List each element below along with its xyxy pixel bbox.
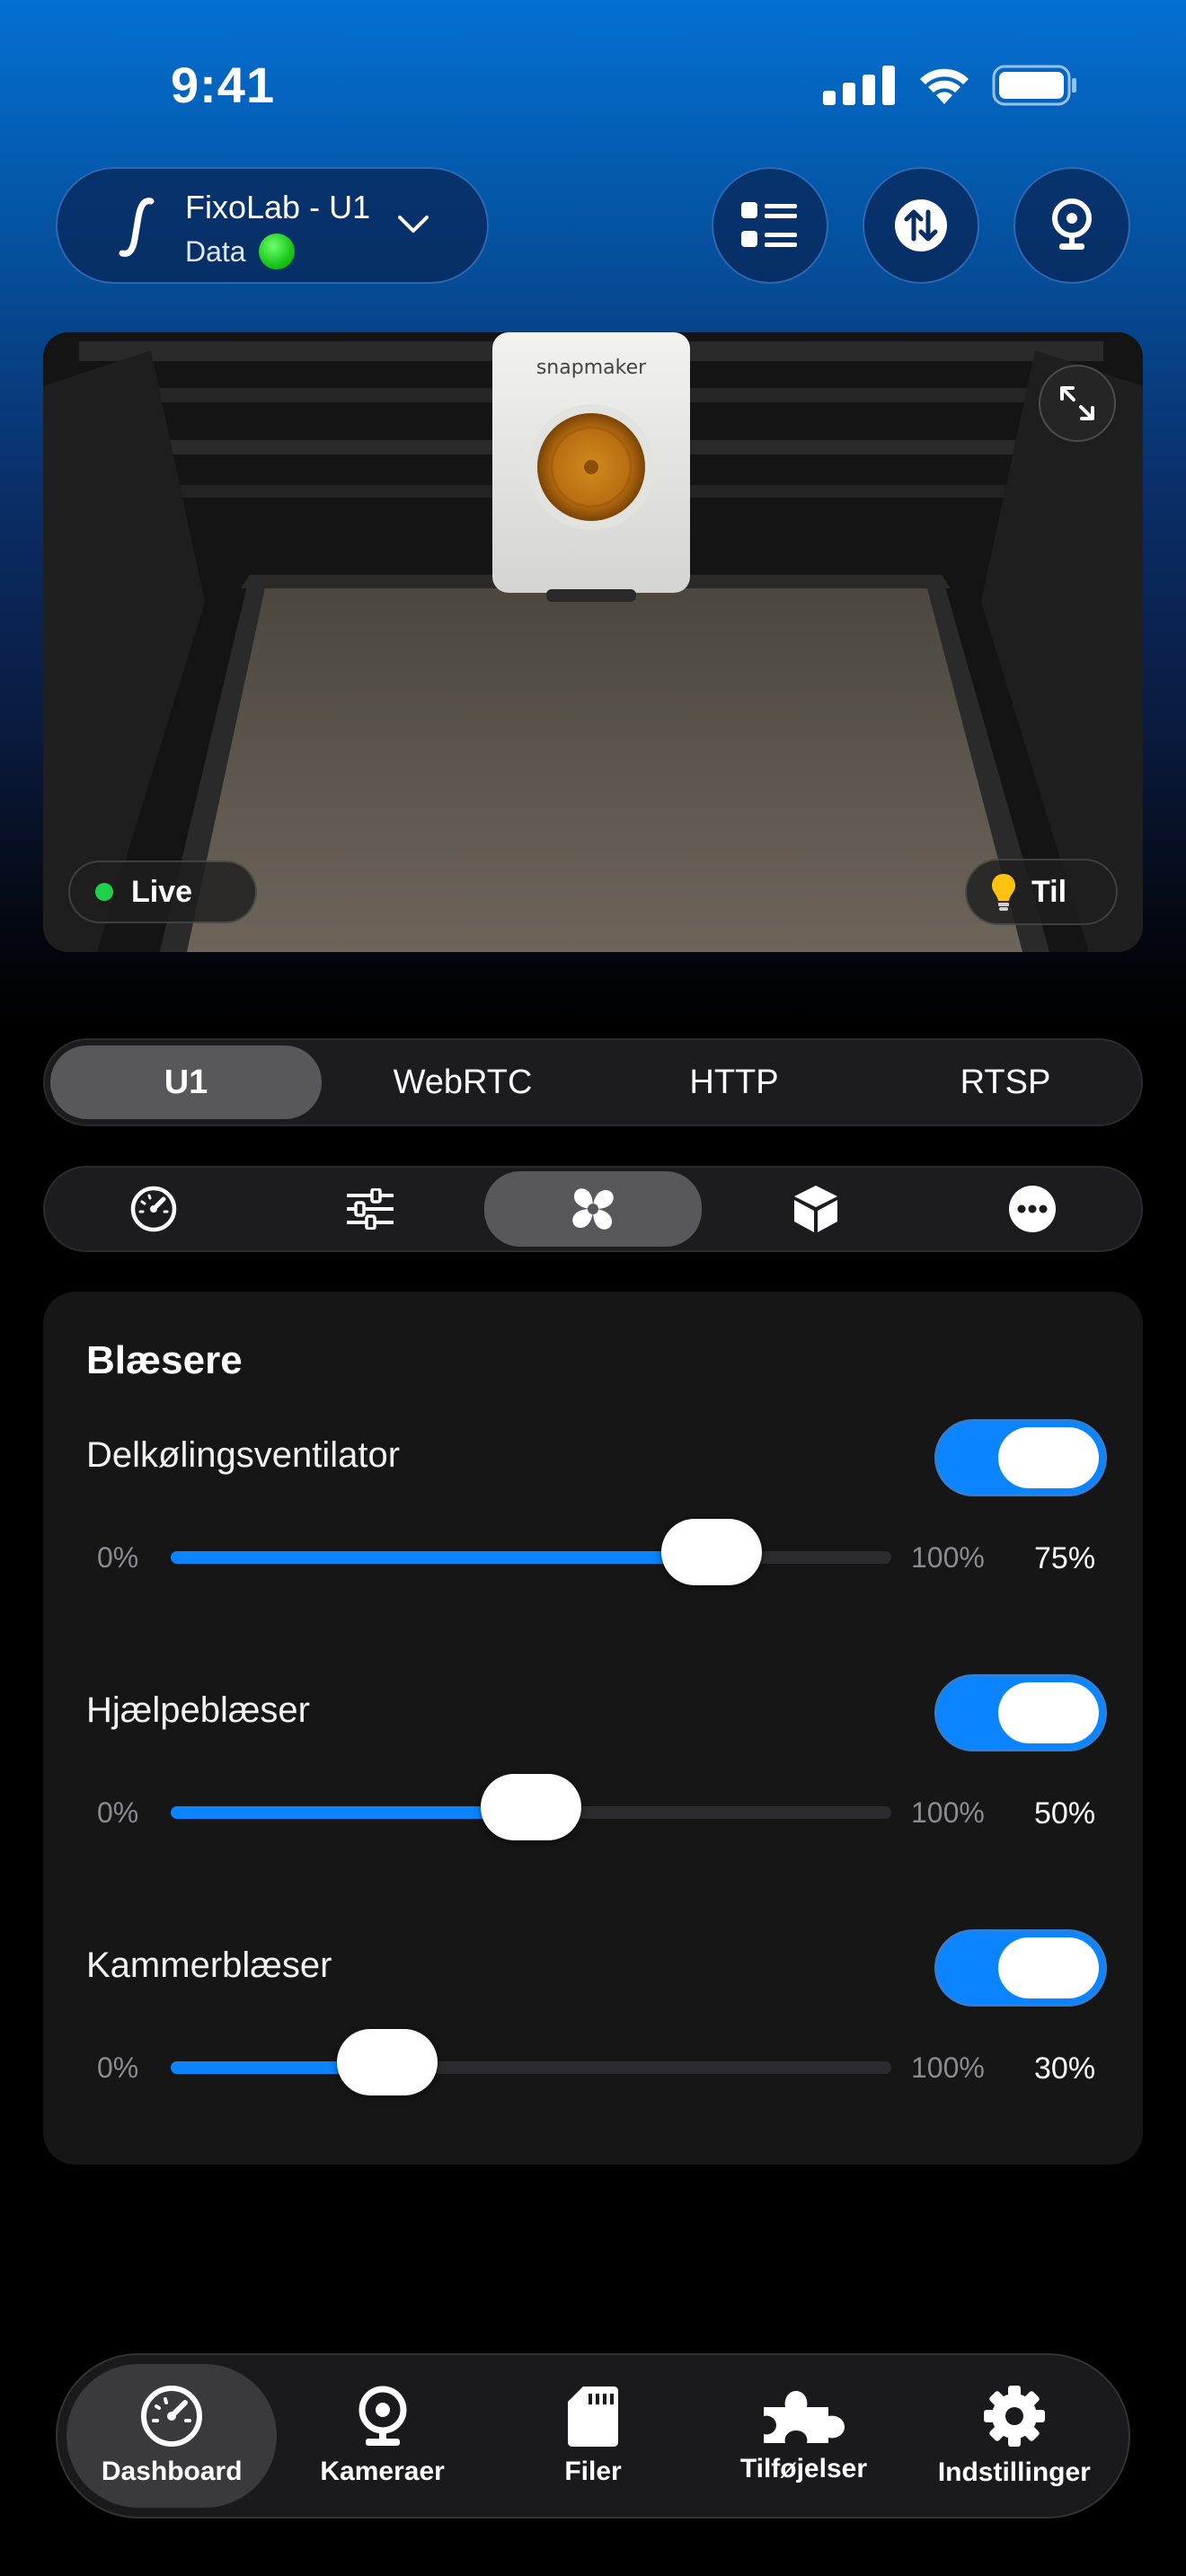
slider-min-label: 0%	[97, 1541, 139, 1574]
slider-max-label: 100%	[911, 1541, 985, 1574]
section-tab-more[interactable]	[924, 1168, 1141, 1250]
webcam-icon	[1052, 198, 1092, 250]
tab-label: Indstillinger	[937, 2457, 1091, 2487]
slider-min-label: 0%	[97, 1796, 139, 1829]
stream-tab-u1[interactable]: U1	[50, 1045, 322, 1119]
expand-icon	[1060, 386, 1094, 420]
stream-tab-rtsp[interactable]: RTSP	[870, 1040, 1141, 1125]
fan-label: Delkølingsventilator	[86, 1435, 401, 1475]
online-status-dot	[258, 234, 295, 269]
live-badge: Live	[68, 860, 257, 923]
section-tab-controls[interactable]	[262, 1168, 480, 1250]
stream-tab-webrtc[interactable]: WebRTC	[327, 1040, 598, 1125]
slider-thumb[interactable]	[481, 1774, 581, 1840]
list-icon	[741, 202, 797, 247]
fan-toggle[interactable]	[934, 1929, 1107, 2007]
slider-thumb[interactable]	[336, 2029, 438, 2095]
transfer-button[interactable]	[863, 167, 979, 284]
fan-toggle[interactable]	[934, 1419, 1107, 1496]
fullscreen-button[interactable]	[1039, 365, 1116, 442]
puzzle-icon	[764, 2391, 845, 2443]
fan-value: 75%	[1034, 1541, 1096, 1575]
toolhead-brand: snapmaker	[536, 357, 647, 379]
live-indicator-dot	[95, 883, 113, 901]
fan-slider[interactable]	[171, 1774, 891, 1840]
fans-title: Blæsere	[86, 1338, 243, 1382]
live-label: Live	[131, 874, 193, 909]
stream-selector: U1 WebRTC HTTP RTSP	[43, 1038, 1143, 1126]
tab-label: Kameraer	[320, 2457, 445, 2486]
printer-selector[interactable]: FixoLab - U1 Data	[56, 167, 489, 284]
tab-plugins[interactable]: Tilføjelser	[698, 2364, 908, 2508]
cube-icon	[793, 1186, 837, 1232]
status-icons	[823, 65, 1078, 106]
slider-fill	[171, 1551, 712, 1564]
slider-fill	[171, 1806, 531, 1819]
status-time: 9:41	[171, 57, 276, 113]
printer-name: FixoLab - U1	[185, 189, 371, 225]
sliders-icon	[347, 1188, 394, 1230]
slider-max-label: 100%	[911, 2051, 985, 2084]
slider-min-label: 0%	[97, 2051, 139, 2084]
tab-dashboard[interactable]: Dashboard	[66, 2364, 278, 2508]
lightbulb-icon	[992, 874, 1015, 911]
slider-thumb[interactable]	[660, 1519, 762, 1585]
camera-feed[interactable]: snapmaker Live Til	[43, 332, 1143, 952]
tab-label: Filer	[564, 2457, 622, 2486]
gear-icon	[983, 2386, 1045, 2447]
section-selector	[43, 1166, 1143, 1252]
cellular-signal-icon	[823, 66, 895, 105]
tab-label: Tilføjelser	[739, 2454, 867, 2483]
fans-card: Blæsere Delkølingsventilator 0% 100% 75%…	[43, 1292, 1143, 2165]
tab-bar: Dashboard Kameraer Filer Tilføjelser Ind…	[56, 2353, 1130, 2519]
section-tab-dashboard[interactable]	[45, 1168, 262, 1250]
tab-cameras[interactable]: Kameraer	[277, 2364, 487, 2508]
fan-label: Kammerblæser	[86, 1945, 332, 1985]
wifi-icon	[920, 68, 969, 104]
printer-status-text: Data	[185, 234, 246, 268]
section-tab-filament[interactable]	[707, 1168, 925, 1250]
printer-status: Data	[185, 234, 295, 269]
fan-value: 30%	[1034, 2051, 1096, 2086]
webcam-button[interactable]	[1013, 167, 1130, 284]
arrows-up-down-icon	[895, 199, 947, 251]
fan-slider[interactable]	[171, 2029, 891, 2095]
fan-icon	[572, 1188, 614, 1230]
printer-logo-icon	[119, 198, 155, 257]
tab-settings[interactable]: Indstillinger	[909, 2364, 1120, 2508]
stream-tab-http[interactable]: HTTP	[598, 1040, 870, 1125]
chevron-down-icon	[398, 216, 429, 233]
webcam-icon	[358, 2386, 407, 2446]
light-toggle-button[interactable]: Til	[965, 859, 1118, 925]
slider-max-label: 100%	[911, 1796, 985, 1829]
fan-label: Hjælpeblæser	[86, 1690, 310, 1730]
toggle-knob	[998, 1427, 1099, 1488]
fan-slider[interactable]	[171, 1519, 891, 1585]
list-view-button[interactable]	[712, 167, 828, 284]
dashboard-gauge-icon	[130, 1186, 177, 1232]
light-label: Til	[1031, 874, 1067, 909]
toggle-knob	[998, 1937, 1099, 1998]
tab-files[interactable]: Filer	[488, 2364, 698, 2508]
camera-image: snapmaker	[43, 332, 1143, 952]
gauge-icon	[141, 2386, 203, 2447]
more-icon	[1009, 1186, 1057, 1232]
battery-icon	[992, 65, 1076, 106]
sd-card-icon	[568, 2386, 619, 2447]
section-tab-fans[interactable]	[484, 1171, 702, 1247]
fan-value: 50%	[1034, 1796, 1096, 1831]
fan-toggle[interactable]	[934, 1674, 1107, 1751]
tab-label: Dashboard	[101, 2457, 243, 2486]
toggle-knob	[998, 1682, 1099, 1743]
